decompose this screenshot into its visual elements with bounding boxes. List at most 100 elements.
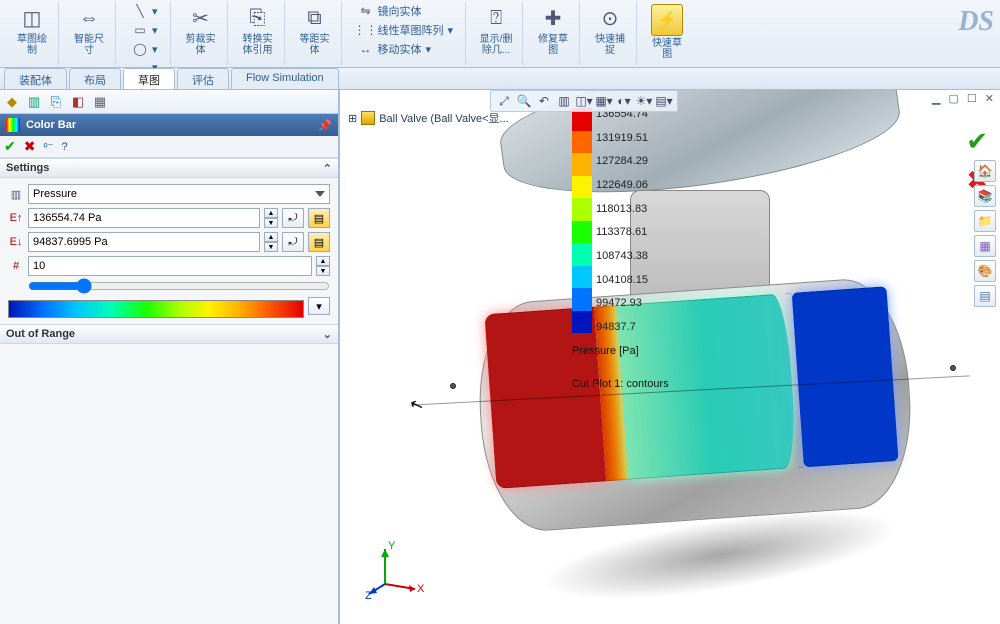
convert-label: 转换实体引用 xyxy=(243,34,273,56)
ok-icon[interactable]: ✔ xyxy=(4,138,16,155)
zoom-fit-icon[interactable]: ⤢ xyxy=(495,92,513,110)
trim-button[interactable]: ✂ 剪裁实体 xyxy=(179,2,223,58)
scene-icon[interactable]: ☀▾ xyxy=(635,92,653,110)
hide-show-icon[interactable]: ◐▾ xyxy=(615,92,633,110)
convert-button[interactable]: ⎘ 转换实体引用 xyxy=(236,2,280,58)
color-legend: 136554.74 131919.51 127284.29 122649.06 … xyxy=(572,108,648,333)
min-icon: E↓ xyxy=(8,234,24,250)
cancel-icon[interactable]: ✖ xyxy=(24,138,36,155)
max-spinner[interactable]: ▲▼ xyxy=(264,208,278,228)
smart-dimension-button[interactable]: ⇔ 智能尺寸 xyxy=(67,2,111,58)
accept-icon[interactable]: ✔ xyxy=(966,126,988,157)
max-reset-button[interactable]: ⤾ xyxy=(282,208,304,228)
view-palette-icon[interactable]: ▦ xyxy=(974,235,996,257)
panel-title: Color Bar xyxy=(26,119,76,131)
appearances-icon[interactable]: 🎨 xyxy=(974,260,996,282)
circle-tool[interactable]: ◯▾ xyxy=(128,40,162,58)
tab-evaluate[interactable]: 评估 xyxy=(177,68,229,89)
expand-icon[interactable]: ⊞ xyxy=(348,112,357,125)
property-tab-icon[interactable]: ▥ xyxy=(26,94,42,110)
tab-sketch[interactable]: 草图 xyxy=(123,68,175,89)
flow-tab-icon[interactable]: ▦ xyxy=(92,94,108,110)
mirror-tool[interactable]: ⇋镜向实体 xyxy=(354,2,458,20)
custom-props-icon[interactable]: ▤ xyxy=(974,285,996,307)
orientation-triad[interactable]: X Y Z xyxy=(365,539,425,599)
max-pick-button[interactable]: ▤ xyxy=(308,208,330,228)
help-icon[interactable]: ? xyxy=(61,141,67,153)
home-icon[interactable]: 🏠 xyxy=(974,160,996,182)
feature-tree-tab-icon[interactable]: ◆ xyxy=(4,94,20,110)
levels-spinner[interactable]: ▲▼ xyxy=(316,256,330,276)
svg-text:Y: Y xyxy=(388,540,396,552)
offset-button[interactable]: ⧉ 等距实体 xyxy=(293,2,337,58)
rapid-sketch-button[interactable]: ⚡ 快速草图 xyxy=(645,2,689,62)
circle-icon: ◯ xyxy=(132,41,148,57)
min-spinner[interactable]: ▲▼ xyxy=(264,232,278,252)
showhide-icon: ⍰ xyxy=(482,4,510,32)
rapid-label: 快速草图 xyxy=(652,38,682,60)
levels-icon: # xyxy=(8,258,24,274)
max-value-input[interactable] xyxy=(28,208,260,228)
panel-tab-icons: ◆ ▥ ⎘ ◧ ▦ xyxy=(0,90,338,114)
minimize-icon[interactable]: ▁ xyxy=(932,92,940,105)
cut-plot-contours xyxy=(484,286,900,489)
max-icon: E↑ xyxy=(8,210,24,226)
restore-icon[interactable]: ▢ xyxy=(949,92,959,105)
line-tool[interactable]: ╲▾ xyxy=(128,2,162,20)
legend-labels: 136554.74 131919.51 127284.29 122649.06 … xyxy=(596,108,648,333)
close-icon[interactable]: ✕ xyxy=(985,92,994,105)
display-style-icon[interactable]: ▦▾ xyxy=(595,92,613,110)
maximize-icon[interactable]: ☐ xyxy=(967,92,977,105)
trim-label: 剪裁实体 xyxy=(186,34,216,56)
zoom-area-icon[interactable]: 🔍 xyxy=(515,92,533,110)
tab-layout[interactable]: 布局 xyxy=(69,68,121,89)
sketch-label: 草图绘制 xyxy=(17,34,47,56)
solidworks-logo: DS xyxy=(958,6,994,38)
chevron-up-icon: ⌃ xyxy=(323,162,332,175)
mirror-icon: ⇋ xyxy=(358,3,374,19)
settings-body: ▥ Pressure E↑ ▲▼ ⤾ ▤ E↓ ▲▼ ⤾ ▤ # ▲▼ xyxy=(0,178,338,324)
tab-flowsim[interactable]: Flow Simulation xyxy=(231,68,339,89)
eyedropper-icon[interactable]: ᵒ⁻ xyxy=(43,140,53,153)
levels-input[interactable] xyxy=(28,256,312,276)
colormap-dropdown[interactable]: ▾ xyxy=(308,297,330,315)
quickgrab-button[interactable]: ⊙ 快速捕捉 xyxy=(588,2,632,58)
property-manager: ◆ ▥ ⎘ ◧ ▦ Color Bar 📌 ✔ ✖ ᵒ⁻ ? Settings … xyxy=(0,90,340,624)
repair-icon: ✚ xyxy=(539,4,567,32)
min-pick-button[interactable]: ▤ xyxy=(308,232,330,252)
repair-label: 修复草图 xyxy=(538,34,568,56)
smart-dim-label: 智能尺寸 xyxy=(74,34,104,56)
prev-view-icon[interactable]: ↶ xyxy=(535,92,553,110)
pattern-tool[interactable]: ⋮⋮线性草图阵列▾ xyxy=(354,21,458,39)
quickgrab-label: 快速捕捉 xyxy=(595,34,625,56)
min-reset-button[interactable]: ⤾ xyxy=(282,232,304,252)
rect-icon: ▭ xyxy=(132,22,148,38)
view-orient-icon[interactable]: ◫▾ xyxy=(575,92,593,110)
levels-slider[interactable] xyxy=(28,282,330,290)
settings-header[interactable]: Settings ⌃ xyxy=(0,158,338,178)
library-icon[interactable]: 📚 xyxy=(974,185,996,207)
move-tool[interactable]: ↔移动实体▾ xyxy=(354,40,458,58)
appearance-icon[interactable]: ▤▾ xyxy=(655,92,673,110)
file-explorer-icon[interactable]: 📁 xyxy=(974,210,996,232)
parameter-select[interactable]: Pressure xyxy=(28,184,330,204)
graphics-viewport[interactable]: ⤢ 🔍 ↶ ▥ ◫▾ ▦▾ ◐▾ ☀▾ ▤▾ ▁ ▢ ☐ ✕ ✔ ✖ 🏠 📚 📁… xyxy=(340,90,1000,624)
min-value-input[interactable] xyxy=(28,232,260,252)
move-icon: ↔ xyxy=(358,41,374,57)
rect-tool[interactable]: ▭▾ xyxy=(128,21,162,39)
quickgrab-icon: ⊙ xyxy=(596,4,624,32)
repair-button[interactable]: ✚ 修复草图 xyxy=(531,2,575,58)
pin-icon[interactable]: 📌 xyxy=(318,119,332,132)
tree-root-label: Ball Valve (Ball Valve<显... xyxy=(379,110,509,126)
palette-row-icon: ▥ xyxy=(8,186,24,202)
display-tab-icon[interactable]: ◧ xyxy=(70,94,86,110)
legend-param-label: Pressure [Pa] xyxy=(572,345,639,357)
sketch-button[interactable]: ◫ 草图绘制 xyxy=(10,2,54,58)
section-view-icon[interactable]: ▥ xyxy=(555,92,573,110)
flyout-tree[interactable]: ⊞ Ball Valve (Ball Valve<显... xyxy=(348,110,509,126)
dimension-icon: ⇔ xyxy=(75,4,103,32)
out-of-range-header[interactable]: Out of Range ⌄ xyxy=(0,324,338,344)
tab-assembly[interactable]: 装配体 xyxy=(4,68,67,89)
config-tab-icon[interactable]: ⎘ xyxy=(48,94,64,110)
showhide-button[interactable]: ⍰ 显示/删除几... xyxy=(474,2,518,58)
